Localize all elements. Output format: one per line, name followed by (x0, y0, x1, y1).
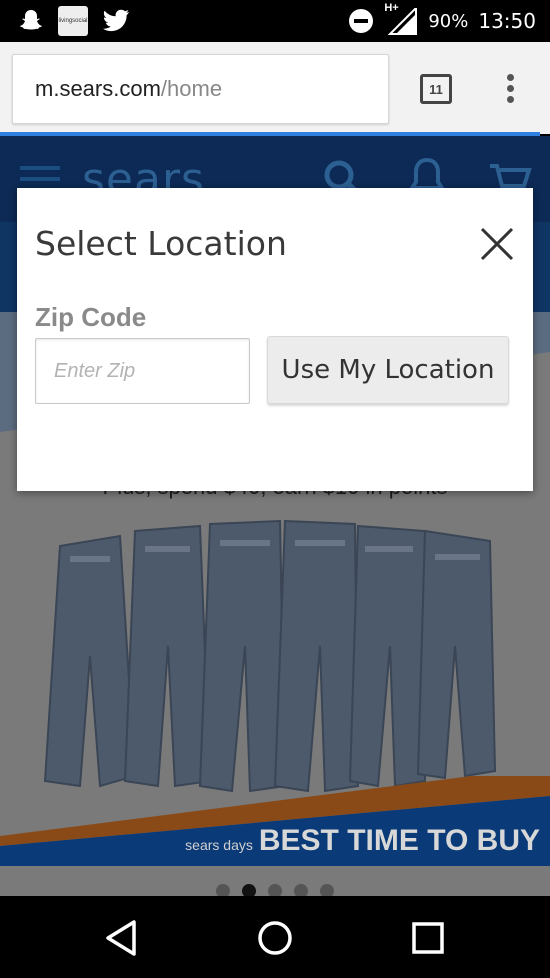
url-host: m.sears.com (35, 76, 161, 101)
browser-toolbar: m.sears.com/home 11 (0, 42, 550, 134)
jeans-product-image (43, 519, 497, 793)
back-icon[interactable] (100, 916, 144, 960)
modal-title: Select Location (35, 224, 287, 263)
url-path: /home (160, 76, 223, 101)
close-icon[interactable] (479, 226, 515, 262)
do-not-disturb-icon (349, 9, 374, 33)
banner-subtitle: sears days (185, 837, 253, 853)
twitter-icon (103, 9, 129, 32)
system-nav-bar (0, 896, 550, 978)
carousel-dots[interactable] (0, 884, 550, 896)
zip-code-input[interactable] (35, 338, 250, 404)
battery-percent: 90% (428, 10, 469, 32)
sears-days-banner[interactable]: sears days BEST TIME TO BUY (0, 776, 550, 866)
snapchat-icon (20, 10, 42, 30)
signal-icon: H+ (384, 2, 418, 36)
clock: 13:50 (478, 9, 536, 33)
banner-title: BEST TIME TO BUY (258, 824, 540, 857)
tab-switcher-button[interactable]: 11 (420, 74, 452, 104)
livingsocial-notification-icon: livingsocial (58, 6, 88, 36)
home-icon[interactable] (253, 916, 297, 960)
select-location-modal: Select Location Zip Code Use My Location (17, 188, 533, 491)
overflow-menu-icon[interactable] (504, 74, 516, 106)
recents-icon[interactable] (406, 916, 450, 960)
status-bar: livingsocial H+ 90% 13:50 (0, 0, 550, 42)
address-bar[interactable]: m.sears.com/home (12, 54, 389, 124)
zip-code-label: Zip Code (35, 302, 147, 332)
use-my-location-button[interactable]: Use My Location (267, 336, 509, 404)
